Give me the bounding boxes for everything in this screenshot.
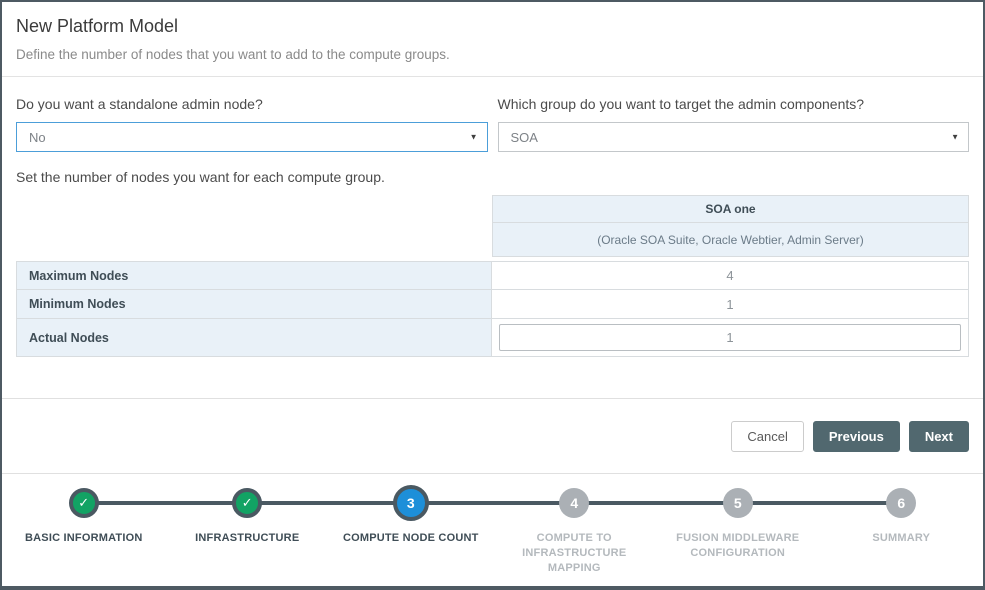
standalone-admin-question: Do you want a standalone admin node? No … [16, 96, 488, 152]
header-divider [2, 76, 983, 77]
cancel-button[interactable]: Cancel [731, 421, 803, 452]
step-label: FUSION MIDDLEWARE CONFIGURATION [663, 531, 813, 561]
actual-nodes-input[interactable] [499, 324, 961, 351]
step-circle-wrap: 4 [559, 485, 589, 521]
compute-nodes-table: SOA one (Oracle SOA Suite, Oracle Webtie… [16, 195, 969, 357]
standalone-admin-value: No [29, 130, 46, 145]
step-circle-wrap: 5 [723, 485, 753, 521]
group-components-header: (Oracle SOA Suite, Oracle Webtier, Admin… [492, 223, 969, 257]
maximum-nodes-value: 4 [492, 261, 969, 290]
table-body: Maximum Nodes 4 Minimum Nodes 1 Actual N… [16, 261, 969, 357]
step-number-badge: 5 [723, 488, 753, 518]
step-label: COMPUTE NODE COUNT [343, 531, 479, 546]
check-icon: ✓ [69, 488, 99, 518]
standalone-admin-select[interactable]: No ▼ [16, 122, 488, 152]
table-row-minimum-nodes: Minimum Nodes 1 [16, 290, 969, 319]
step-label: COMPUTE TO INFRASTRUCTURE MAPPING [499, 531, 649, 576]
target-group-value: SOA [511, 130, 538, 145]
questions-row: Do you want a standalone admin node? No … [16, 96, 969, 152]
wizard-step-infrastructure[interactable]: ✓ INFRASTRUCTURE [166, 474, 330, 579]
next-button[interactable]: Next [909, 421, 969, 452]
actual-nodes-cell [492, 319, 969, 357]
dialog-header: New Platform Model Define the number of … [2, 2, 983, 62]
table-header-row-components: (Oracle SOA Suite, Oracle Webtier, Admin… [16, 223, 969, 257]
target-group-select[interactable]: SOA ▼ [498, 122, 970, 152]
wizard-steps: ✓ BASIC INFORMATION ✓ INFRASTRUCTURE 3 C… [2, 474, 983, 579]
table-instruction: Set the number of nodes you want for eac… [16, 169, 969, 185]
step-circle-wrap: ✓ [69, 485, 99, 521]
group-name-header: SOA one [492, 195, 969, 223]
content-footer-divider [2, 398, 983, 399]
wizard-step-compute-to-infrastructure-mapping: 4 COMPUTE TO INFRASTRUCTURE MAPPING [493, 474, 657, 579]
target-group-question: Which group do you want to target the ad… [498, 96, 970, 152]
dropdown-arrow-icon: ▼ [951, 133, 959, 142]
step-circle-wrap: 3 [393, 485, 429, 521]
check-icon: ✓ [232, 488, 262, 518]
previous-button[interactable]: Previous [813, 421, 900, 452]
table-row-actual-nodes: Actual Nodes [16, 319, 969, 357]
step-number-badge: 4 [559, 488, 589, 518]
dropdown-arrow-icon: ▼ [470, 133, 478, 142]
row-label: Actual Nodes [16, 319, 492, 357]
new-platform-model-dialog: New Platform Model Define the number of … [0, 0, 985, 590]
footer-buttons: Cancel Previous Next [16, 421, 969, 452]
table-row-maximum-nodes: Maximum Nodes 4 [16, 261, 969, 290]
minimum-nodes-value: 1 [492, 290, 969, 319]
step-label: BASIC INFORMATION [25, 531, 142, 546]
step-number-badge: 3 [393, 485, 429, 521]
target-group-label: Which group do you want to target the ad… [498, 96, 970, 112]
row-label: Maximum Nodes [16, 261, 492, 290]
page-title: New Platform Model [16, 16, 967, 37]
wizard-step-summary: 6 SUMMARY [820, 474, 984, 579]
row-label: Minimum Nodes [16, 290, 492, 319]
step-circle-wrap: 6 [886, 485, 916, 521]
standalone-admin-label: Do you want a standalone admin node? [16, 96, 488, 112]
step-number-badge: 6 [886, 488, 916, 518]
wizard-step-compute-node-count[interactable]: 3 COMPUTE NODE COUNT [329, 474, 493, 579]
table-header-row-name: SOA one [16, 195, 969, 223]
table-header-spacer [16, 195, 492, 223]
wizard-step-fusion-middleware-configuration: 5 FUSION MIDDLEWARE CONFIGURATION [656, 474, 820, 579]
step-label: INFRASTRUCTURE [195, 531, 299, 546]
page-subtitle: Define the number of nodes that you want… [16, 47, 967, 62]
wizard-step-basic-information[interactable]: ✓ BASIC INFORMATION [2, 474, 166, 579]
step-label: SUMMARY [872, 531, 930, 546]
step-circle-wrap: ✓ [232, 485, 262, 521]
train-connector-line [84, 501, 901, 505]
wizard-train: ✓ BASIC INFORMATION ✓ INFRASTRUCTURE 3 C… [2, 474, 983, 579]
table-header-spacer [16, 223, 492, 257]
